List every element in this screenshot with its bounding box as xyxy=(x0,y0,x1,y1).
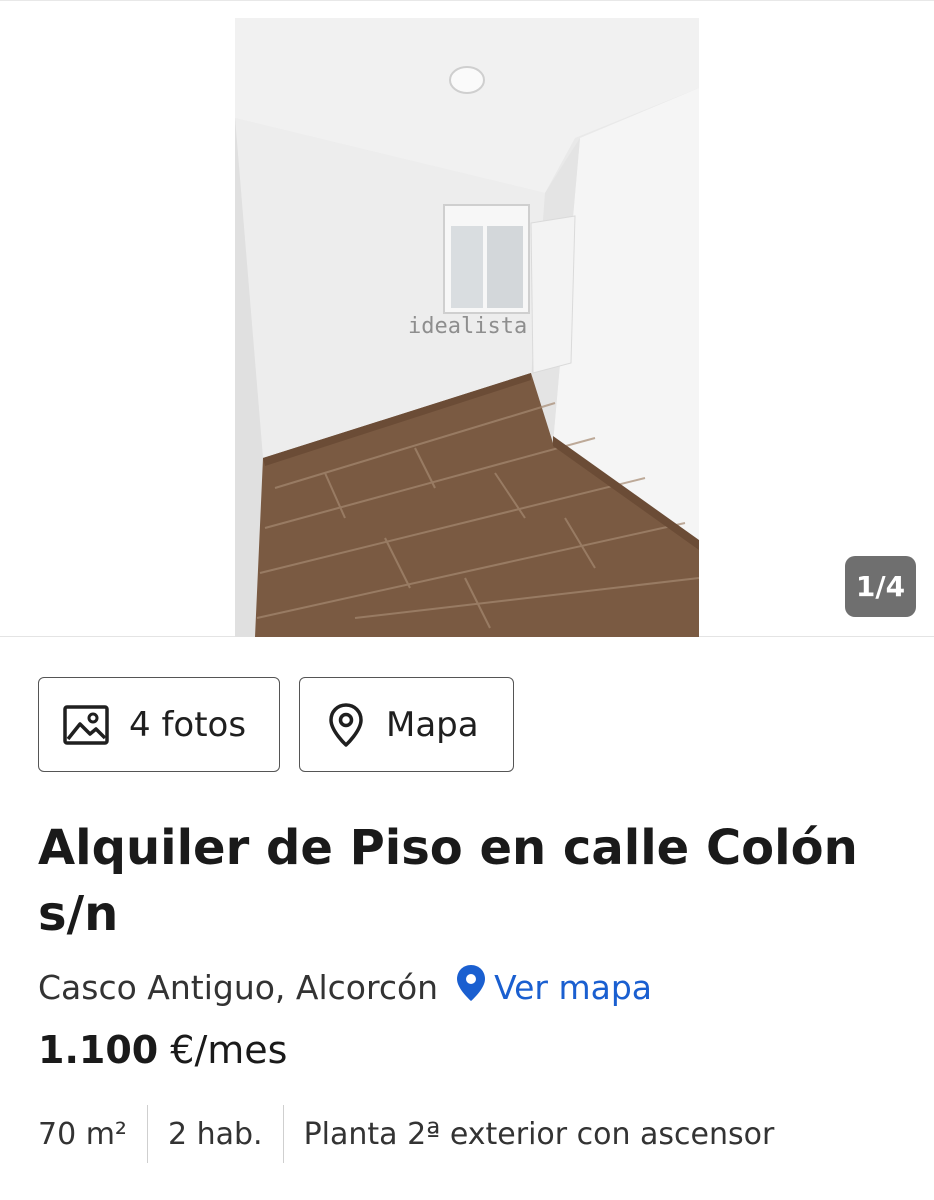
listing-title: Alquiler de Piso en calle Colón s/n xyxy=(38,820,858,942)
location-row: Casco Antiguo, Alcorcón Ver mapa xyxy=(38,964,652,1010)
map-pin-filled-icon xyxy=(456,964,486,1010)
features-row: 70 m² 2 hab. Planta 2ª exterior con asce… xyxy=(38,1105,794,1163)
location-text: Casco Antiguo, Alcorcón xyxy=(38,967,439,1007)
view-map-label: Ver mapa xyxy=(494,967,652,1007)
photos-button[interactable]: 4 fotos xyxy=(38,677,280,772)
map-button-label: Mapa xyxy=(386,704,479,745)
price-unit: €/mes xyxy=(170,1028,288,1072)
listing-photo[interactable]: idealista xyxy=(235,18,699,637)
feature-area: 70 m² xyxy=(38,1116,127,1152)
photo-gallery[interactable]: idealista 1/4 xyxy=(0,0,934,637)
top-divider xyxy=(0,0,934,1)
price: 1.100 €/mes xyxy=(38,1028,287,1072)
photos-button-label: 4 fotos xyxy=(129,704,247,745)
photo-counter: 1/4 xyxy=(845,556,916,617)
image-icon xyxy=(63,704,109,745)
price-amount: 1.100 xyxy=(38,1028,159,1072)
feature-rooms: 2 hab. xyxy=(167,1116,263,1152)
watermark: idealista xyxy=(408,314,528,339)
view-map-link[interactable]: Ver mapa xyxy=(456,964,652,1010)
map-pin-outline-icon xyxy=(328,702,364,748)
map-button[interactable]: Mapa xyxy=(299,677,514,772)
feature-floor: Planta 2ª exterior con ascensor xyxy=(303,1116,775,1152)
